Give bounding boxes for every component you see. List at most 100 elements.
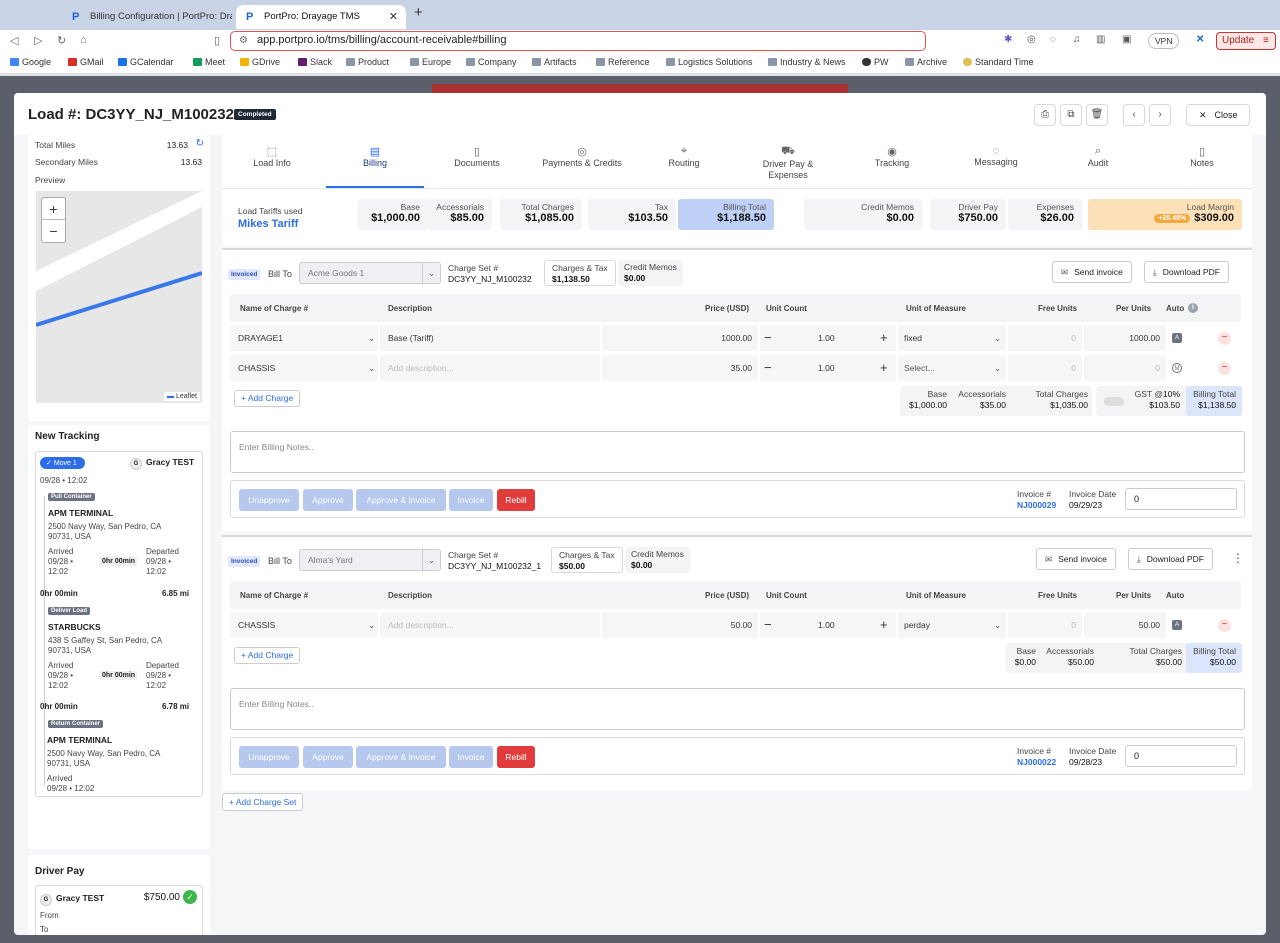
charges-tax-box[interactable]: Charges & Tax $50.00 [551,547,623,573]
wallet-icon[interactable]: ▣ [1122,34,1131,45]
bookmark-folder[interactable]: Europe [410,57,451,67]
prev-button[interactable]: ‹ [1123,104,1145,126]
send-invoice-button[interactable]: ✉ Send invoice [1052,261,1132,283]
remove-charge-icon[interactable]: − [1218,332,1231,345]
bill-to-select[interactable]: Acme Goods 1 ⌄ [299,262,441,284]
sidebar-icon[interactable]: ▥ [1096,34,1105,45]
update-button[interactable]: Update ≡ [1216,32,1276,50]
charges-tax-box[interactable]: Charges & Tax $1,138.50 [544,260,616,286]
bookmark-item[interactable]: GCalendar [118,57,174,67]
more-options-icon[interactable]: ⋮ [1232,551,1244,565]
bookmark-item[interactable]: GDrive [240,57,280,67]
send-invoice-button[interactable]: ✉ Send invoice [1036,548,1116,570]
download-pdf-button[interactable]: ⤓ Download PDF [1144,261,1229,283]
download-pdf-button[interactable]: ⤓ Download PDF [1128,548,1213,570]
add-charge-button[interactable]: + Add Charge [234,647,301,664]
minus-icon[interactable]: − [764,611,772,639]
remove-charge-icon[interactable]: − [1218,619,1231,632]
credit-memos-box[interactable]: Credit Memos $0.00 [625,547,690,573]
close-tab-icon[interactable]: ✕ [389,5,398,29]
add-charge-set-button[interactable]: + Add Charge Set [222,793,304,811]
bookmark-folder[interactable]: Company [466,57,517,67]
tab-tracking[interactable]: ◉ Tracking [848,135,936,188]
invoice-number-link[interactable]: NJ000029 [1017,500,1056,510]
reload-icon[interactable]: ↻ [57,34,66,47]
route-map[interactable]: + − ▬ Leaflet [36,191,202,403]
bookmark-item[interactable]: PW [862,57,889,67]
browser-tab-drayage-tms[interactable]: P PortPro: Drayage TMS ✕ [236,5,406,29]
driver-pay-box[interactable]: G Gracy TEST $750.00 ✓ From To [35,885,203,935]
bookmark-item[interactable]: Google [10,57,51,67]
tab-driver-pay-expenses[interactable]: ⛟ Driver Pay & Expenses [742,135,834,188]
home-icon[interactable]: ⌂ [80,34,87,46]
rebill-button[interactable]: Rebill [497,746,535,768]
bookmark-item[interactable]: Meet [193,57,225,67]
invoice-number-link[interactable]: NJ000022 [1017,757,1056,767]
tariff-link[interactable]: Mikes Tariff [238,218,302,230]
close-button[interactable]: ✕ Close [1186,104,1250,126]
tab-messaging[interactable]: ◌ Messaging [952,135,1040,188]
tab-billing[interactable]: ▤ Billing [326,135,424,188]
approve-invoice-button[interactable]: Approve & Invoice [356,746,446,768]
credit-memos-box[interactable]: Credit Memos $0.00 [618,260,683,286]
tab-notes[interactable]: ▯ Notes [1162,135,1242,188]
unapprove-button[interactable]: Unapprove [239,746,299,768]
approve-invoice-button[interactable]: Approve & Invoice [356,489,446,511]
gst-toggle[interactable] [1104,397,1124,406]
tab-audit[interactable]: ⌕ Audit [1058,135,1138,188]
delete-button[interactable]: 🗑 [1086,104,1108,126]
tab-documents[interactable]: ▯ Documents [432,135,522,188]
plus-icon[interactable]: + [880,324,888,352]
bookmark-folder[interactable]: Artifacts [532,57,577,67]
bookmark-folder[interactable]: Industry & News [768,57,846,67]
invoice-button[interactable]: Invoice [449,746,493,768]
refresh-icon[interactable]: ↻ [196,138,204,149]
print-button[interactable]: ⎙ [1034,104,1056,126]
invoice-input[interactable]: 0 [1125,488,1237,510]
tab-payments-credits[interactable]: ◎ Payments & Credits [530,135,634,188]
copy-button[interactable]: ⧉ [1060,104,1082,126]
minus-icon[interactable]: − [764,354,772,382]
tab-load-info[interactable]: ⬚ Load Info [222,135,322,188]
bill-to-select[interactable]: Alma's Yard ⌄ [299,549,441,571]
invoice-button[interactable]: Invoice [449,489,493,511]
minus-icon[interactable]: − [764,324,772,352]
unapprove-button[interactable]: Unapprove [239,489,299,511]
bookmark-item[interactable]: Slack [298,57,332,67]
plus-icon[interactable]: + [880,611,888,639]
info-icon[interactable]: i [1188,303,1198,313]
extension-icon[interactable]: ◌ [1050,34,1056,45]
invoice-input[interactable]: 0 [1125,745,1237,767]
browser-tab-billing-config[interactable]: P Billing Configuration | PortPro: Dra..… [62,5,232,29]
zoom-out-button[interactable]: − [42,220,65,242]
tab-routing[interactable]: ⌖ Routing [642,135,726,188]
bookmark-item[interactable]: Standard Time [963,57,1034,67]
plus-icon[interactable]: + [880,354,888,382]
approve-button[interactable]: Approve [303,746,353,768]
bookmark-icon[interactable]: ▯ [214,34,220,47]
profile-icon[interactable]: ✕ [1196,34,1204,45]
new-tab-icon[interactable]: + [414,4,423,21]
site-settings-icon[interactable]: ⚙ [239,32,248,49]
billing-notes-field[interactable]: Enter Billing Notes.. [230,688,1245,730]
zoom-in-button[interactable]: + [42,198,65,220]
next-button[interactable]: › [1149,104,1171,126]
extension-icon[interactable]: ◎ [1027,34,1036,45]
move-badge[interactable]: ✓ Move 1 [40,457,85,469]
rebill-button[interactable]: Rebill [497,489,535,511]
billing-notes-field[interactable]: Enter Billing Notes.. [230,431,1245,473]
bookmark-folder[interactable]: Archive [905,57,947,67]
music-icon[interactable]: ♫ [1073,34,1081,45]
forward-icon[interactable]: ▷ [34,34,42,47]
bookmark-folder[interactable]: Product [346,57,389,67]
back-icon[interactable]: ◁ [10,34,18,47]
url-bar[interactable]: ⚙ app.portpro.io/tms/billing/account-rec… [230,31,926,51]
vpn-button[interactable]: VPN [1148,33,1180,49]
approve-button[interactable]: Approve [303,489,353,511]
bookmark-folder[interactable]: Reference [596,57,650,67]
remove-charge-icon[interactable]: − [1218,362,1231,375]
leaflet-attribution[interactable]: ▬ Leaflet [164,392,200,401]
bookmark-item[interactable]: GMail [68,57,104,67]
add-charge-button[interactable]: + Add Charge [234,390,301,407]
bookmark-folder[interactable]: Logistics Solutions [666,57,753,67]
